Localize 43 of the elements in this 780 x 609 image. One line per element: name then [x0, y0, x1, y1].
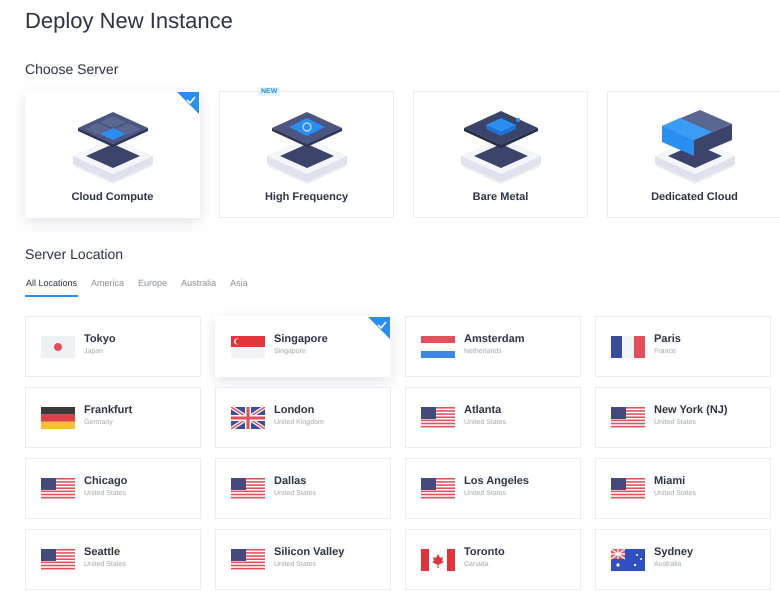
- flag-icon: [41, 406, 75, 428]
- server-type-label: High Frequency: [264, 191, 348, 203]
- city-name: Dallas: [274, 475, 308, 487]
- city-name: Sydney: [654, 546, 694, 558]
- city-name: Atlanta: [464, 404, 502, 416]
- city-name: Miami: [654, 475, 686, 487]
- section-heading: Server Location: [25, 246, 124, 262]
- flag-icon: [421, 548, 455, 570]
- flag-icon: [231, 336, 265, 358]
- city-name: Chicago: [84, 475, 128, 487]
- city-name: Tokyo: [84, 333, 116, 345]
- city-name: Amsterdam: [464, 333, 525, 345]
- flag-icon: [421, 336, 455, 358]
- flag-icon: [41, 548, 75, 570]
- city-name: London: [274, 404, 316, 416]
- flag-icon: [611, 406, 645, 428]
- region-tab[interactable]: All Locations: [25, 276, 78, 297]
- city-name: New York (NJ): [654, 404, 728, 416]
- city-name: Paris: [654, 333, 681, 345]
- flag-icon: [611, 548, 645, 570]
- flag-icon: [231, 406, 265, 428]
- city-name: Frankfurt: [84, 404, 132, 416]
- page-title: Deploy New Instance: [25, 8, 234, 34]
- server-type-card[interactable]: Dedicated Cloud: [607, 91, 780, 218]
- flag-icon: [611, 478, 645, 500]
- server-type-card[interactable]: Cloud Compute: [25, 91, 200, 218]
- flag-icon: [231, 478, 265, 500]
- server-type-label: Cloud Compute: [72, 191, 154, 203]
- city-name: Singapore: [274, 333, 328, 345]
- server-type-card[interactable]: Bare Metal: [413, 91, 588, 218]
- flag-icon: [41, 478, 75, 500]
- flag-icon: [41, 336, 75, 358]
- server-type-label: Bare Metal: [472, 191, 528, 203]
- city-name: Los Angeles: [464, 475, 529, 487]
- city-name: Silicon Valley: [274, 546, 344, 558]
- flag-icon: [421, 406, 455, 428]
- flag-icon: [611, 336, 645, 358]
- server-type-label: Dedicated Cloud: [651, 191, 738, 203]
- flag-icon: [421, 478, 455, 500]
- city-name: Seattle: [84, 546, 122, 558]
- section-heading: Choose Server: [25, 61, 120, 77]
- city-name: Toronto: [464, 546, 505, 558]
- flag-icon: [231, 548, 265, 570]
